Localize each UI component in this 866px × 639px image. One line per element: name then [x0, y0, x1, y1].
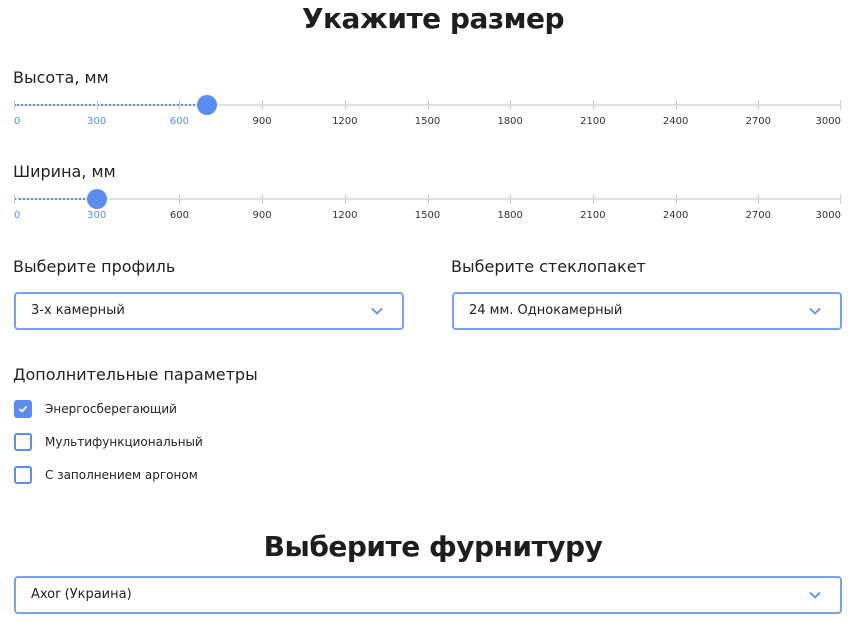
- hardware-title: Выберите фурнитуру: [263, 530, 603, 563]
- slider-fill: [14, 198, 97, 200]
- slider-tick-label: 0: [14, 210, 21, 221]
- slider-tick-label: 900: [252, 210, 272, 221]
- slider-tick-label: 3000: [815, 210, 841, 221]
- slider-tick: [179, 100, 181, 110]
- extra-option-label: Мультифункциональный: [45, 435, 203, 449]
- slider-tick-label: 2700: [745, 210, 772, 221]
- slider-tick: [14, 194, 15, 204]
- slider-tick-label: 1800: [497, 210, 523, 221]
- slider-tick-label: 2100: [580, 210, 606, 221]
- size-title: Укажите размер: [301, 2, 565, 35]
- slider-tick-label: 1500: [414, 210, 441, 221]
- chevron-down-icon: [371, 307, 383, 315]
- slider-tick-label: 2400: [662, 116, 689, 127]
- slider-tick: [510, 100, 512, 110]
- height-slider[interactable]: 0 300 600 900 1200 1500 1800 2100 2400 2700 3000: [14, 95, 841, 144]
- slider-tick-label: 1200: [332, 116, 358, 127]
- extras-label: Дополнительные параметры: [13, 365, 258, 384]
- slider-tick: [262, 194, 264, 204]
- slider-fill: [14, 104, 207, 106]
- slider-tick-label: 300: [87, 210, 107, 221]
- slider-tick-label: 300: [87, 116, 107, 127]
- profile-select-value: 3-х камерный: [31, 303, 125, 318]
- glass-select[interactable]: 24 мм. Однокамерный: [452, 292, 842, 330]
- height-label: Высота, мм: [13, 68, 109, 87]
- hardware-select[interactable]: Axor (Украина): [14, 576, 842, 614]
- width-label: Ширина, мм: [13, 162, 116, 181]
- extra-option-energy-saving[interactable]: Энергосберегающий: [14, 399, 177, 419]
- slider-tick: [344, 100, 346, 110]
- slider-tick: [675, 100, 677, 110]
- slider-tick: [510, 194, 512, 204]
- slider-thumb[interactable]: [196, 95, 217, 115]
- slider-tick: [179, 194, 181, 204]
- width-slider[interactable]: 0 300 600 900 1200 1500 1800 2100 2400 2700 3000: [14, 189, 841, 238]
- slider-tick: [758, 100, 760, 110]
- slider-tick-label: 1800: [497, 116, 523, 127]
- chevron-down-icon: [809, 307, 821, 315]
- extra-option-multifunctional[interactable]: Мультифункциональный: [14, 432, 203, 452]
- extra-option-label: С заполнением аргоном: [45, 468, 198, 482]
- glass-label: Выберите стеклопакет: [451, 257, 646, 276]
- slider-tick-label: 600: [169, 210, 189, 221]
- slider-tick: [592, 194, 594, 204]
- slider-tick: [758, 194, 760, 204]
- slider-tick-label: 2400: [662, 210, 689, 221]
- slider-tick: [96, 100, 98, 110]
- slider-tick-label: 1200: [332, 210, 358, 221]
- slider-tick-label: 3000: [815, 116, 841, 127]
- profile-select[interactable]: 3-х камерный: [14, 292, 404, 330]
- slider-tick: [262, 100, 264, 110]
- hardware-select-value: Axor (Украина): [31, 587, 132, 602]
- slider-tick-label: 900: [252, 116, 272, 127]
- slider-tick-label: 1500: [414, 116, 441, 127]
- slider-tick: [840, 194, 841, 204]
- chevron-down-icon: [809, 591, 821, 599]
- profile-label: Выберите профиль: [13, 257, 176, 276]
- slider-tick-label: 2100: [580, 116, 606, 127]
- slider-tick: [344, 194, 346, 204]
- slider-tick: [840, 100, 841, 110]
- slider-tick: [675, 194, 677, 204]
- checkbox[interactable]: [14, 466, 32, 484]
- slider-tick: [14, 100, 15, 110]
- slider-tick: [427, 100, 429, 110]
- glass-select-value: 24 мм. Однокамерный: [469, 303, 623, 318]
- checkbox[interactable]: [14, 433, 32, 451]
- slider-tick-label: 2700: [745, 116, 772, 127]
- slider-thumb[interactable]: [86, 189, 107, 209]
- slider-tick-label: 600: [169, 116, 189, 127]
- checkbox[interactable]: [14, 400, 32, 418]
- check-icon: [18, 405, 28, 413]
- extra-option-argon[interactable]: С заполнением аргоном: [14, 465, 198, 485]
- slider-tick: [592, 100, 594, 110]
- extra-option-label: Энергосберегающий: [45, 402, 177, 416]
- slider-tick-label: 0: [14, 116, 21, 127]
- slider-tick: [427, 194, 429, 204]
